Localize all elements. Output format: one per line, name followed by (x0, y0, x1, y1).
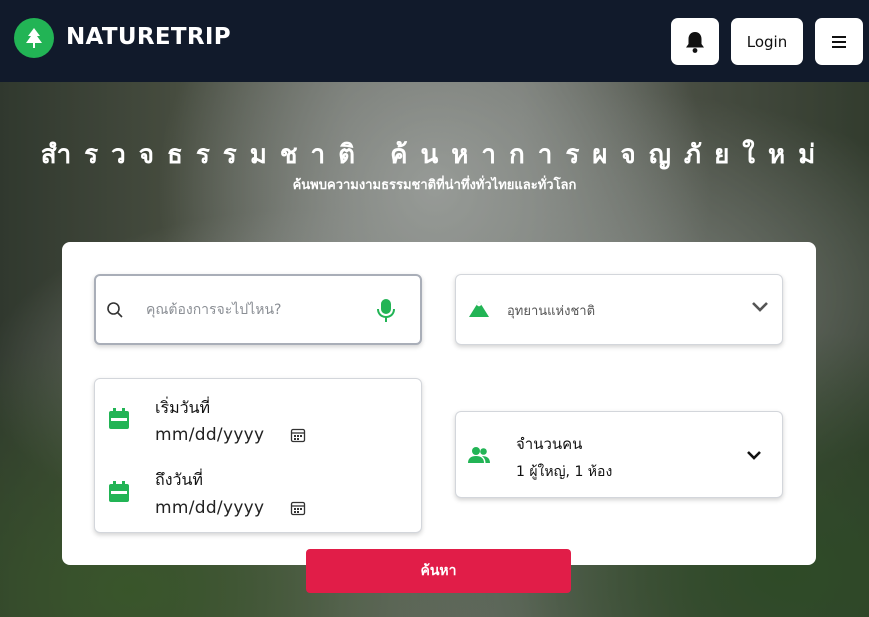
hero-subtitle: ค้นพบความงามธรรมชาติที่น่าทึ่งทั่วไทยและ… (292, 178, 577, 193)
microphone-icon[interactable] (376, 298, 396, 324)
park-type-select[interactable]: อุทยานแห่งชาติ (455, 274, 783, 345)
hamburger-menu-icon (832, 35, 846, 48)
mountain-icon (469, 301, 489, 317)
search-input[interactable] (146, 294, 366, 326)
chevron-down-icon (752, 302, 768, 312)
calendar-picker-icon[interactable] (290, 427, 306, 443)
date-range-field: เริ่มวันที่ mm/dd/yyyy ถึงวันที่ mm/dd/y… (94, 378, 422, 533)
search-card: อุทยานแห่งชาติ เริ่มวันที่ mm/dd/yyyy ถึ… (62, 242, 816, 565)
end-date-input[interactable]: mm/dd/yyyy (155, 498, 264, 518)
tree-logo-icon[interactable] (14, 18, 54, 58)
brand-name[interactable]: NATURETRIP (66, 24, 231, 50)
bell-icon (686, 31, 704, 53)
people-icon (468, 447, 490, 463)
menu-button[interactable] (815, 18, 863, 65)
start-date-input[interactable]: mm/dd/yyyy (155, 425, 264, 445)
park-type-value: อุทยานแห่งชาติ (507, 304, 596, 319)
calendar-icon (109, 408, 129, 429)
notification-button[interactable] (671, 18, 719, 65)
destination-search-field[interactable] (94, 274, 422, 345)
guest-count-label: จำนวนคน (516, 435, 583, 453)
login-button[interactable]: Login (731, 18, 803, 65)
guest-count-select[interactable]: จำนวนคน 1 ผู้ใหญ่, 1 ห้อง (455, 411, 783, 498)
end-date-label: ถึงวันที่ (155, 470, 203, 489)
calendar-picker-icon[interactable] (290, 500, 306, 516)
top-navbar: NATURETRIP Login (0, 0, 869, 82)
guest-count-value: 1 ผู้ใหญ่, 1 ห้อง (516, 464, 613, 480)
search-submit-button[interactable]: ค้นหา (306, 549, 571, 593)
chevron-down-icon (747, 451, 761, 460)
search-icon (107, 302, 123, 318)
hero-title: สำรวจธรรมชาติ ค้นหาการผจญภัยใหม่ (40, 140, 829, 170)
calendar-icon (109, 481, 129, 502)
start-date-label: เริ่มวันที่ (155, 398, 211, 417)
